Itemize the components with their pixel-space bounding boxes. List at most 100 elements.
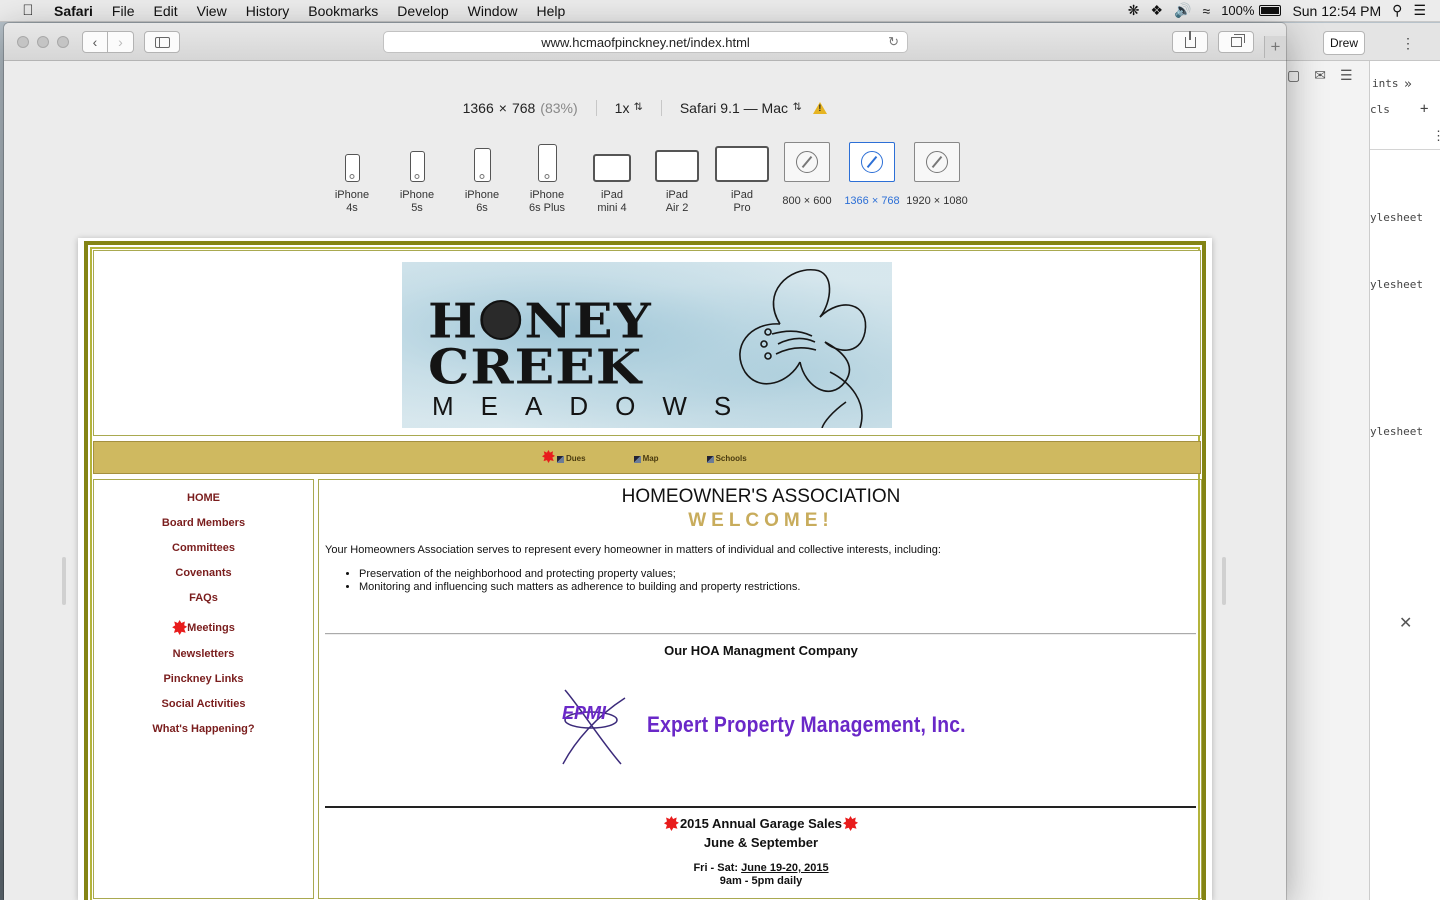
safari-toolbar: ‹ › www.hcmaofpinckney.net/index.html ↻ … [4,23,1286,61]
close-window-button[interactable] [17,36,29,48]
new-tab-button[interactable]: + [1264,36,1286,58]
apple-menu-icon[interactable]:  [18,2,38,19]
pixel-ratio-select[interactable]: 1x ⇅ [615,100,644,116]
logo-line-1: HONEY [428,293,652,350]
menu-edit[interactable]: Edit [153,3,177,19]
device-iphone-5s[interactable]: iPhone 5s [385,140,449,215]
nav-pinckney-links[interactable]: Pinckney Links [94,666,313,691]
mail-icon[interactable]: ✉ [1314,67,1326,84]
spotlight-search-icon[interactable]: ⚲ [1392,2,1402,19]
device-iphone-4s[interactable]: iPhone 4s [320,140,384,215]
list-icon[interactable]: ☰ [1340,67,1353,84]
nav-covenants[interactable]: Covenants [94,560,313,585]
welcome-heading: WELCOME! [688,510,834,531]
nav-link-label: Schools [715,454,747,463]
nav-link-dues[interactable]: Dues [542,450,586,463]
device-1366x768[interactable]: 1366 × 768 [840,140,904,208]
user-button[interactable]: Drew [1323,31,1365,55]
honey-creek-meadows-logo[interactable]: HONEY CREEK MEADOWS [402,262,892,428]
battery-icon[interactable] [1259,5,1282,16]
sidebar-button[interactable] [144,31,180,53]
kebab-icon[interactable]: ⋮ [1432,129,1440,144]
device-label: iPhone [464,189,500,201]
device-label: iPad [730,189,754,201]
nav-link-schools[interactable]: Schools [706,450,747,463]
hoa-website: HONEY CREEK MEADOWS Dues Map Schools HOM… [84,241,1206,900]
device-label: iPad [600,189,624,201]
nav-meetings[interactable]: Meetings [94,610,313,641]
add-rule-icon[interactable]: + [1420,101,1428,117]
nav-faqs[interactable]: FAQs [94,585,313,610]
volume-icon[interactable]: 🔊 [1174,2,1191,19]
device-ipad-mini-4[interactable]: iPad mini 4 [580,140,644,215]
user-agent-select[interactable]: Safari 9.1 — Mac ⇅ [680,100,802,116]
device-viewport[interactable]: HONEY CREEK MEADOWS Dues Map Schools HOM… [78,238,1212,900]
tab-cls[interactable]: cls [1370,103,1390,116]
logo-line-2: CREEK [428,339,643,396]
menu-develop[interactable]: Develop [397,3,448,19]
viewport-height: 768 [511,100,536,116]
device-label: iPhone [399,189,435,201]
nav-newsletters[interactable]: Newsletters [94,641,313,666]
fingerprint-icon[interactable]: ❋ [1128,2,1140,19]
close-icon[interactable]: ✕ [1399,613,1412,633]
back-button[interactable]: ‹ [82,31,108,53]
nav-social-activities[interactable]: Social Activities [94,691,313,716]
nav-link-map[interactable]: Map [633,450,659,463]
device-iphone-6s[interactable]: iPhone 6s [450,140,514,215]
user-agent-value: Safari 9.1 — Mac [679,100,788,116]
epmi-logo[interactable]: EPMI [559,686,629,768]
nav-board-members[interactable]: Board Members [94,510,313,535]
left-navigation: HOME Board Members Committees Covenants … [93,479,314,899]
device-1920x1080[interactable]: 1920 × 1080 [905,140,969,208]
menubar-clock[interactable]: Sun 12:54 PM [1292,3,1381,19]
device-ipad-pro[interactable]: iPad Pro [710,140,774,215]
viewport-size[interactable]: 1366 × 768 (83%) [463,100,578,116]
menu-app-safari[interactable]: Safari [54,3,93,19]
nav-whats-happening[interactable]: What's Happening? [94,716,313,741]
menu-bookmarks[interactable]: Bookmarks [308,3,378,19]
iphone-icon [409,151,425,182]
chevron-double-right-icon[interactable]: » [1404,77,1412,92]
notification-center-icon[interactable]: ☰ [1413,2,1426,19]
minimize-window-button[interactable] [37,36,49,48]
more-options-icon[interactable]: ⋮ [1401,35,1415,52]
viewport-scale: (83%) [540,100,578,116]
reload-icon[interactable]: ↻ [888,34,899,50]
nav-home[interactable]: HOME [94,485,313,510]
site-frame: HONEY CREEK MEADOWS Dues Map Schools HOM… [90,247,1203,900]
safari-window: ‹ › www.hcmaofpinckney.net/index.html ↻ … [4,23,1286,900]
arrow-icon [557,456,564,463]
device-ipad-air-2[interactable]: iPad Air 2 [645,140,709,215]
forward-button[interactable]: › [108,31,134,53]
address-bar[interactable]: www.hcmaofpinckney.net/index.html ↻ [383,31,908,53]
zoom-window-button[interactable] [57,36,69,48]
garage-sale-dates: Fri - Sat: June 19-20, 2015 [319,862,1203,874]
site-banner: HONEY CREEK MEADOWS [93,250,1201,436]
warning-icon[interactable] [813,102,828,114]
menu-view[interactable]: View [197,3,227,19]
device-iphone-6s-plus[interactable]: iPhone 6s Plus [515,140,579,215]
dropbox-icon[interactable]: ❖ [1151,2,1164,19]
dock-icon[interactable]: ▢ [1287,67,1300,84]
tab-ints[interactable]: ints [1372,77,1399,90]
page-title: HOMEOWNER'S ASSOCIATION [621,486,901,507]
garage-sale-hours: 9am - 5pm daily [719,875,803,887]
share-button[interactable] [1172,30,1208,53]
menu-window[interactable]: Window [468,3,518,19]
management-company-name[interactable]: Expert Property Management, Inc. [647,712,966,738]
menu-history[interactable]: History [246,3,290,19]
chevron-left-icon: ‹ [92,34,98,50]
desktop-icon [849,142,895,182]
device-label: 6s [476,202,488,214]
new-burst-icon [663,816,679,831]
menu-help[interactable]: Help [536,3,565,19]
show-tabs-button[interactable] [1218,31,1254,53]
resize-handle-right[interactable] [1222,557,1226,605]
wifi-icon[interactable]: ≈ [1203,3,1211,19]
device-800x600[interactable]: 800 × 600 [775,140,839,208]
nav-committees[interactable]: Committees [94,535,313,560]
nav-link-label: Dues [566,454,586,463]
menu-file[interactable]: File [112,3,135,19]
resize-handle-left[interactable] [62,557,66,605]
